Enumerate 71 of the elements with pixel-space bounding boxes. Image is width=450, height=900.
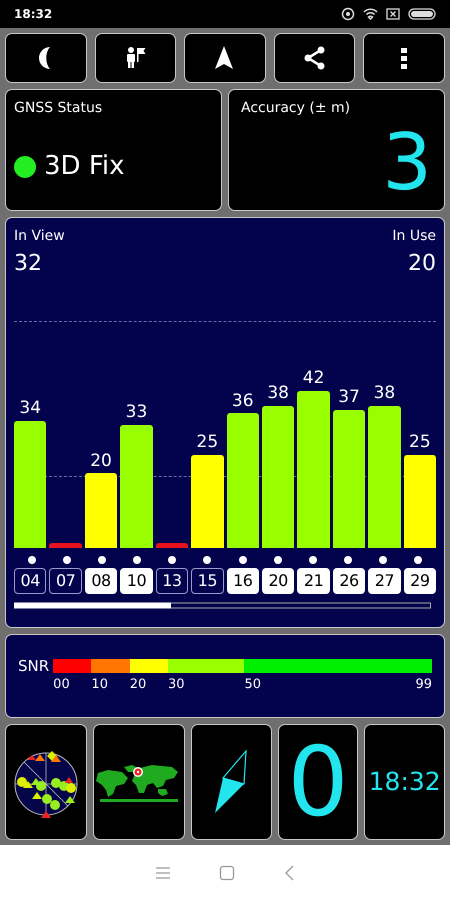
satellite-dot bbox=[98, 556, 106, 564]
navigate-button[interactable] bbox=[184, 33, 266, 83]
satellite-dot bbox=[414, 556, 422, 564]
satellite-dot bbox=[203, 556, 212, 564]
satellite-dot bbox=[133, 556, 142, 564]
satellite-dot bbox=[28, 556, 36, 564]
snr-tick-label: 10 bbox=[91, 676, 108, 694]
compass-needle-icon bbox=[214, 750, 248, 814]
card-title: GNSS Status bbox=[14, 99, 104, 118]
snr-label: SNR bbox=[18, 656, 50, 677]
in-use-label: In Use bbox=[392, 227, 436, 246]
satellite-id: 04 bbox=[14, 568, 46, 594]
no-sim-icon bbox=[386, 8, 400, 20]
snr-value: 20 bbox=[89, 452, 113, 470]
guide-button[interactable] bbox=[94, 33, 176, 83]
wifi-icon bbox=[363, 8, 378, 20]
snr-tick-label: 30 bbox=[168, 676, 184, 694]
accuracy-value: 3 bbox=[382, 124, 432, 202]
satellite-id: 15 bbox=[191, 568, 224, 594]
snr-value: 25 bbox=[408, 432, 432, 452]
snr-tick-label: 20 bbox=[130, 676, 146, 694]
satellite-id: 13 bbox=[156, 568, 188, 594]
satellite-dot bbox=[62, 556, 71, 564]
satellite-id: 29 bbox=[404, 568, 436, 594]
hotspot-icon bbox=[341, 7, 355, 21]
satellite-id: 10 bbox=[120, 568, 153, 594]
more-options-icon bbox=[401, 48, 408, 68]
satellite-dot bbox=[379, 556, 388, 564]
menu-icon bbox=[155, 866, 171, 880]
battery-icon bbox=[408, 8, 436, 20]
snr-value: 38 bbox=[266, 384, 290, 403]
satellite-id: 07 bbox=[49, 568, 82, 594]
snr-value: 37 bbox=[337, 388, 361, 407]
satellite-id: 08 bbox=[84, 568, 118, 594]
in-view-label: In View bbox=[14, 227, 65, 246]
world-map-tile[interactable] bbox=[93, 724, 185, 840]
satellite-id: 16 bbox=[226, 568, 259, 594]
snr-value: 25 bbox=[196, 432, 220, 452]
snr-tick-label: 50 bbox=[244, 676, 262, 694]
snr-value: 36 bbox=[230, 392, 255, 410]
clock-time: 18:32 bbox=[368, 766, 441, 798]
snr-value: 38 bbox=[372, 384, 396, 403]
satellite-dot bbox=[308, 556, 317, 564]
status-time: 18:32 bbox=[14, 6, 52, 23]
clock-tile[interactable]: 18:32 bbox=[364, 724, 446, 840]
card-title: Accuracy (± m) bbox=[241, 99, 352, 118]
satellite-dot bbox=[344, 556, 352, 564]
satellite-id: 27 bbox=[368, 568, 401, 594]
snr-tick-label: 99 bbox=[415, 676, 432, 694]
fix-status: 3D Fix bbox=[44, 150, 125, 183]
satellite-dot bbox=[238, 556, 247, 564]
satellite-id: 20 bbox=[262, 568, 294, 594]
snr-value: 34 bbox=[18, 399, 42, 418]
satellite-id: 21 bbox=[297, 568, 330, 594]
back-icon bbox=[283, 864, 295, 880]
night-mode-button[interactable] bbox=[5, 33, 87, 83]
snr-tick-label: 00 bbox=[53, 676, 70, 694]
in-use-count: 20 bbox=[408, 250, 436, 278]
satellite-dot bbox=[168, 556, 176, 564]
share-button[interactable] bbox=[274, 33, 356, 83]
home-icon bbox=[219, 864, 235, 880]
satellite-id: 26 bbox=[332, 568, 366, 594]
speed-value: 0 bbox=[287, 734, 349, 830]
speed-tile[interactable]: 0 bbox=[278, 724, 358, 840]
satellite-dot bbox=[274, 556, 282, 564]
snr-value: 42 bbox=[302, 369, 326, 388]
sky-plot-tile[interactable] bbox=[5, 724, 87, 840]
compass-tile[interactable] bbox=[191, 724, 272, 840]
in-view-count: 32 bbox=[14, 250, 43, 278]
menu-button[interactable] bbox=[363, 33, 445, 83]
snr-value: 33 bbox=[124, 402, 148, 422]
